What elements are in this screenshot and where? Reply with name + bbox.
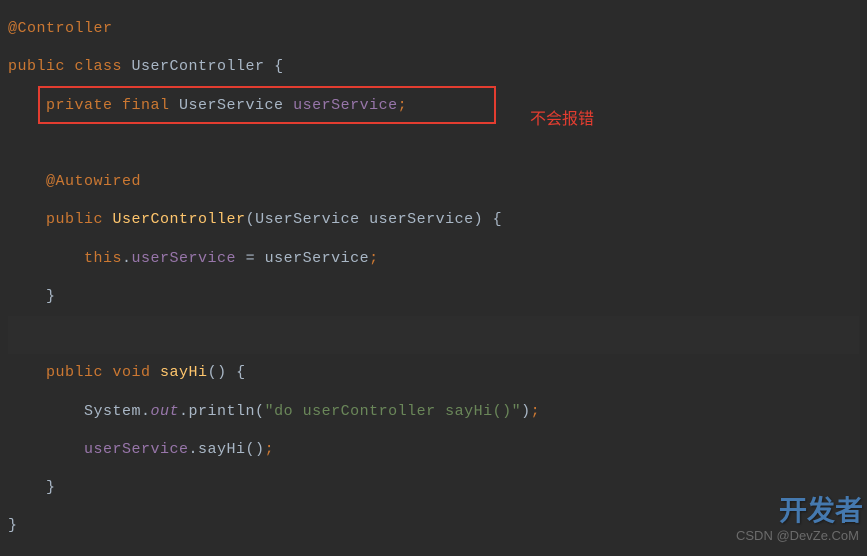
code-line: System.out.println("do userController sa… xyxy=(8,393,859,431)
code-line: @Autowired xyxy=(8,163,859,201)
watermark-text: CSDN @DevZe.CoM xyxy=(736,528,859,543)
annotation-token: @Controller xyxy=(8,20,113,37)
code-line: this.userService = userService; xyxy=(8,240,859,278)
code-line: userService.sayHi(); xyxy=(8,431,859,469)
code-line xyxy=(8,125,859,163)
autowired-annotation: @Autowired xyxy=(46,173,141,190)
code-line: @Controller xyxy=(8,10,859,48)
code-line: public class UserController { xyxy=(8,48,859,86)
code-line xyxy=(8,316,859,354)
code-line: } xyxy=(8,469,859,507)
code-line: public void sayHi() { xyxy=(8,354,859,392)
code-line: private final UserService userService; xyxy=(8,87,859,125)
annotation-text: 不会报错 xyxy=(530,105,594,129)
code-line: public UserController(UserService userSe… xyxy=(8,201,859,239)
watermark-logo: 开发者 xyxy=(779,489,863,529)
code-line: } xyxy=(8,507,859,545)
code-editor: @Controller public class UserController … xyxy=(0,0,867,556)
code-line: } xyxy=(8,278,859,316)
